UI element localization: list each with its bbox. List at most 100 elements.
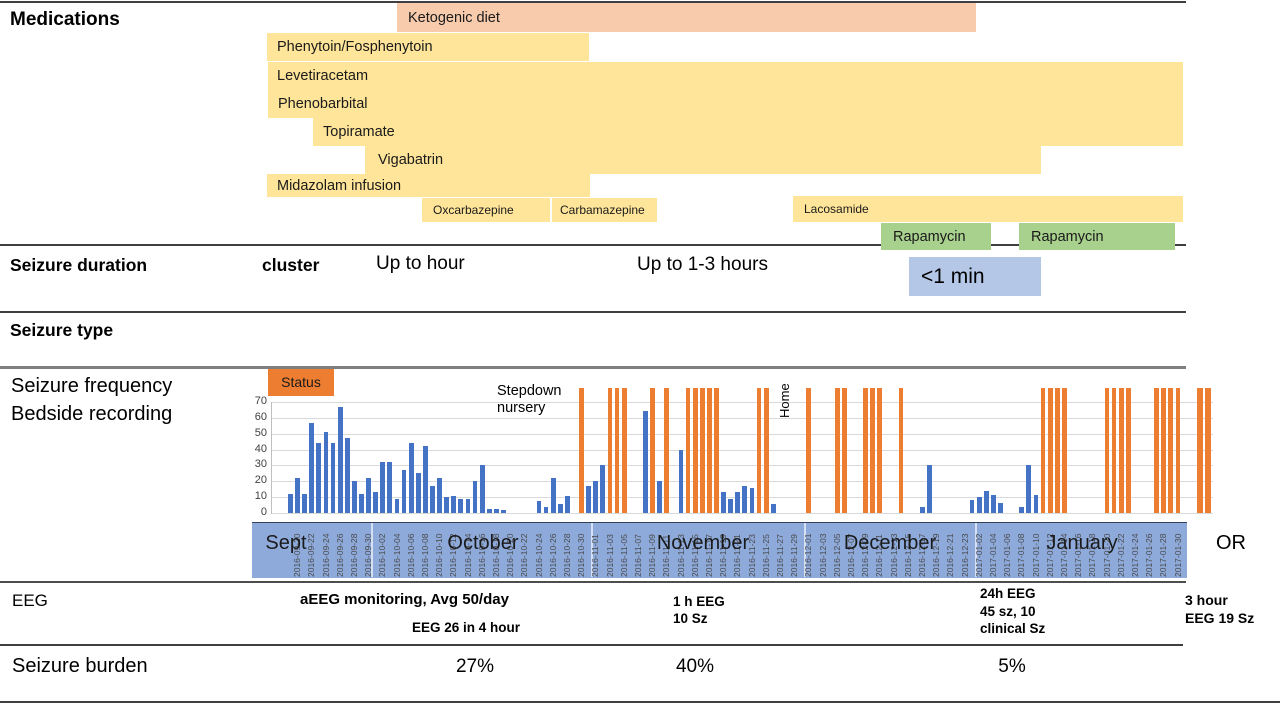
seizure-burden-row-label: Seizure burden bbox=[12, 655, 148, 678]
seizure-frequency-bar bbox=[302, 494, 307, 513]
stepdown-nursery-annotation: Stepdown nursery bbox=[497, 383, 573, 416]
seizure-duration-up-to-1-3-hours-note: Up to 1-3 hours bbox=[637, 254, 768, 276]
seizure-burden-november: 40% bbox=[650, 656, 740, 678]
seizure-frequency-row-label: Seizure frequency bbox=[11, 375, 172, 398]
seizure-frequency-bar bbox=[395, 499, 400, 513]
month-label-december: December bbox=[810, 532, 970, 555]
seizure-frequency-bar bbox=[991, 495, 996, 513]
y-axis-tick-label-40: 40 bbox=[241, 443, 267, 455]
y-axis-tick-label-20: 20 bbox=[241, 474, 267, 486]
seizure-frequency-bar bbox=[984, 491, 989, 513]
seizure-frequency-bar bbox=[380, 462, 385, 513]
seizure-frequency-bar bbox=[480, 465, 485, 513]
divider-eeg-bottom bbox=[0, 644, 1183, 646]
y-axis-line bbox=[271, 402, 272, 514]
status-episode-bar bbox=[899, 388, 904, 513]
medication-bar-rapamycin: Rapamycin bbox=[1019, 223, 1175, 250]
gridline-0 bbox=[271, 513, 1213, 514]
status-episode-bar bbox=[764, 388, 769, 513]
status-episode-bar bbox=[1119, 388, 1124, 513]
divider-seizure-duration-bottom bbox=[0, 311, 1186, 313]
status-episode-bar bbox=[1041, 388, 1046, 513]
status-episode-bar bbox=[579, 388, 584, 513]
date-axis-label: 2016-10-30 bbox=[577, 524, 585, 577]
status-episode-bar bbox=[700, 388, 705, 513]
seizure-duration-row-label: Seizure duration bbox=[10, 255, 147, 276]
status-episode-bar bbox=[877, 388, 882, 513]
under-1-min-label: <1 min bbox=[921, 265, 985, 289]
status-episode-bar bbox=[707, 388, 712, 513]
seizure-frequency-bar bbox=[345, 438, 350, 513]
y-axis-tick-label-70: 70 bbox=[241, 395, 267, 407]
medications-row-label: Medications bbox=[10, 9, 120, 31]
seizure-frequency-bar bbox=[331, 443, 336, 513]
month-label-november: November bbox=[623, 532, 783, 555]
medication-bar-ketogenic-diet: Ketogenic diet bbox=[397, 3, 976, 32]
seizure-frequency-bar bbox=[437, 478, 442, 513]
seizure-frequency-bar bbox=[771, 504, 776, 513]
divider-medications-bottom bbox=[0, 244, 1186, 246]
seizure-frequency-bar bbox=[409, 443, 414, 513]
date-axis-label: 2016-10-28 bbox=[563, 524, 571, 577]
seizure-frequency-bar bbox=[600, 465, 605, 513]
status-episode-bar bbox=[870, 388, 875, 513]
seizure-frequency-bar bbox=[430, 486, 435, 513]
seizure-frequency-bar bbox=[750, 488, 755, 513]
seizure-frequency-bar bbox=[352, 481, 357, 513]
gridline-50 bbox=[271, 434, 1213, 435]
eeg-note-26-in-4-hour: EEG 26 in 4 hour bbox=[412, 620, 520, 635]
seizure-frequency-bar bbox=[679, 450, 684, 513]
eeg-note-aeeg-monitoring: aEEG monitoring, Avg 50/day bbox=[300, 591, 509, 608]
seizure-frequency-bar bbox=[544, 507, 549, 513]
medication-bar-vigabatrin: Vigabatrin bbox=[365, 146, 1041, 174]
status-episode-bar bbox=[1105, 388, 1110, 513]
seizure-frequency-bar bbox=[324, 432, 329, 513]
seizure-frequency-bar bbox=[387, 462, 392, 513]
seizure-frequency-bar bbox=[316, 443, 321, 513]
seizure-burden-october: 27% bbox=[430, 656, 520, 678]
seizure-frequency-bar bbox=[742, 486, 747, 513]
seizure-frequency-bar bbox=[473, 481, 478, 513]
seizure-frequency-bar bbox=[586, 486, 591, 513]
divider-chart-bottom bbox=[0, 581, 1186, 583]
seizure-type-row-label: Seizure type bbox=[10, 320, 113, 341]
seizure-frequency-bar bbox=[558, 504, 563, 513]
gridline-60 bbox=[271, 418, 1213, 419]
seizure-frequency-bar bbox=[309, 423, 314, 513]
seizure-frequency-bar bbox=[416, 473, 421, 513]
status-episode-bar bbox=[1168, 388, 1173, 513]
seizure-frequency-bar bbox=[458, 499, 463, 513]
status-episode-bar bbox=[1161, 388, 1166, 513]
status-episode-bar bbox=[615, 388, 620, 513]
status-episode-bar bbox=[1126, 388, 1131, 513]
seizure-duration-under-1-min-box: <1 min bbox=[909, 257, 1041, 296]
seizure-frequency-bar bbox=[1026, 465, 1031, 513]
seizure-frequency-bar bbox=[338, 407, 343, 513]
seizure-frequency-bar bbox=[444, 497, 449, 513]
status-episode-bar bbox=[863, 388, 868, 513]
seizure-frequency-bar bbox=[970, 500, 975, 513]
status-episode-bar bbox=[686, 388, 691, 513]
date-axis-label: 2017-01-30 bbox=[1174, 524, 1182, 577]
seizure-frequency-bar bbox=[494, 509, 499, 513]
status-episode-bar bbox=[664, 388, 669, 513]
seizure-frequency-bar bbox=[1034, 495, 1039, 513]
seizure-frequency-bar bbox=[1019, 507, 1024, 513]
status-episode-bar bbox=[1048, 388, 1053, 513]
date-axis-label: 2016-11-03 bbox=[606, 524, 614, 577]
date-axis-label: 2017-01-04 bbox=[989, 524, 997, 577]
seizure-frequency-bar bbox=[373, 492, 378, 513]
status-episode-bar bbox=[608, 388, 613, 513]
divider-seizure-type-bottom bbox=[0, 366, 1186, 369]
eeg-row-label: EEG bbox=[12, 591, 48, 611]
seizure-frequency-bar bbox=[920, 507, 925, 513]
seizure-frequency-bar bbox=[295, 478, 300, 513]
seizure-frequency-bar bbox=[537, 501, 542, 513]
eeg-note-3-hour-eeg: 3 hour EEG 19 Sz bbox=[1185, 592, 1254, 627]
clinical-seizure-timeline-figure: Medications Seizure duration Seizure typ… bbox=[0, 0, 1280, 720]
date-axis-label: 2016-10-04 bbox=[393, 524, 401, 577]
seizure-duration-up-to-hour-note: Up to hour bbox=[376, 253, 465, 275]
eeg-note-24h-eeg: 24h EEG 45 sz, 10 clinical Sz bbox=[980, 585, 1045, 638]
y-axis-tick-label-60: 60 bbox=[241, 411, 267, 423]
divider-figure-bottom bbox=[0, 701, 1280, 703]
